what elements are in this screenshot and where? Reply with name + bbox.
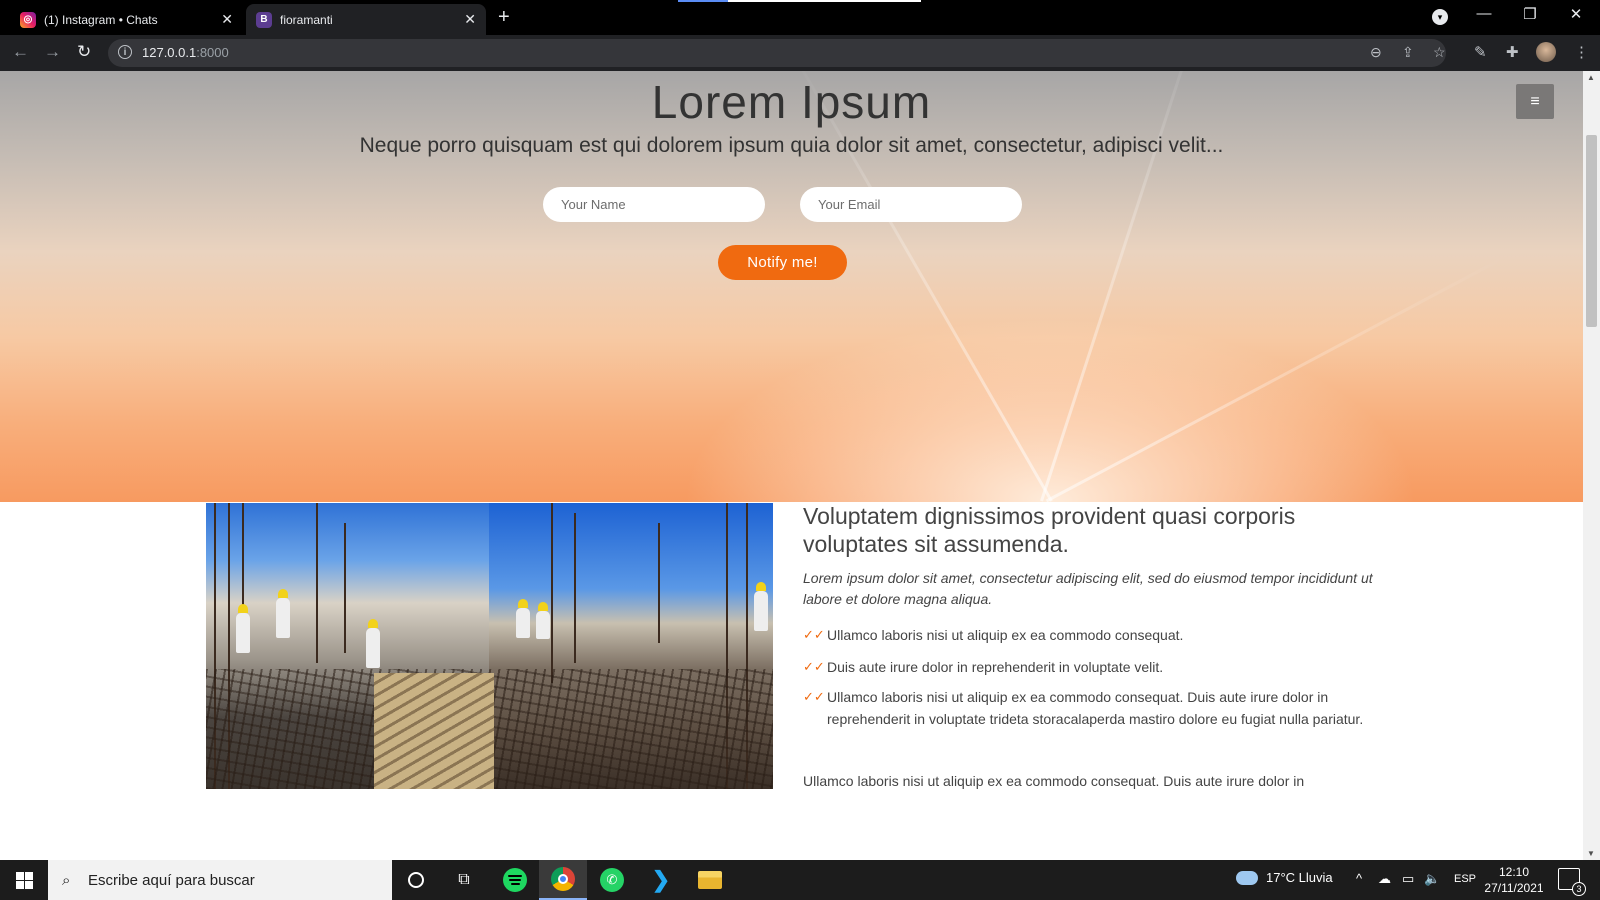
- tab-strip: ◎ (1) Instagram • Chats ✕ B fioramanti ✕…: [0, 0, 1600, 35]
- tab-search-icon[interactable]: ▾: [1432, 9, 1448, 25]
- browser-toolbar: ← → ↻ i 127.0.0.1:8000 ⊖ ⇪ ☆ ✎ ✚ ⋮: [0, 35, 1600, 71]
- construction-photo: [206, 503, 773, 789]
- feature-item: ✓✓ Duis aute irure dolor in reprehenderi…: [803, 656, 1383, 678]
- url-text[interactable]: 127.0.0.1:8000: [142, 45, 229, 60]
- file-explorer-icon[interactable]: [686, 860, 734, 900]
- clock[interactable]: 12:10 27/11/2021: [1478, 864, 1550, 896]
- chrome-icon[interactable]: [539, 860, 587, 900]
- forward-icon[interactable]: →: [44, 42, 61, 62]
- back-icon[interactable]: ←: [12, 42, 29, 62]
- new-tab-button[interactable]: +: [498, 6, 510, 29]
- tab-close-icon[interactable]: ✕: [464, 11, 476, 28]
- windows-taskbar: ⌕ Escribe aquí para buscar ⧉ ✆ ❯ 17°C Ll…: [0, 860, 1600, 900]
- zoom-icon[interactable]: ⊖: [1370, 44, 1382, 61]
- notification-count-badge: 3: [1572, 882, 1586, 896]
- double-check-icon: ✓✓: [803, 627, 825, 642]
- search-placeholder: Escribe aquí para buscar: [88, 871, 255, 889]
- onedrive-cloud-icon[interactable]: ☁: [1378, 871, 1391, 887]
- language-indicator[interactable]: ESP: [1454, 873, 1476, 885]
- bookmark-star-icon[interactable]: ☆: [1433, 44, 1446, 61]
- cortana-icon[interactable]: [392, 860, 440, 900]
- double-check-icon: ✓✓: [803, 689, 825, 704]
- search-icon: ⌕: [62, 871, 71, 889]
- double-check-icon: ✓✓: [803, 659, 825, 674]
- close-window-button[interactable]: ✕: [1553, 5, 1599, 23]
- share-icon[interactable]: ⇪: [1402, 44, 1414, 61]
- profile-avatar[interactable]: [1536, 42, 1556, 62]
- weather-widget[interactable]: 17°C Lluvia: [1236, 870, 1333, 885]
- feature-text: Ullamco laboris nisi ut aliquip ex ea co…: [827, 627, 1184, 643]
- bootstrap-favicon-icon: B: [256, 11, 272, 28]
- taskbar-search-box[interactable]: ⌕ Escribe aquí para buscar: [48, 860, 392, 900]
- clock-date: 27/11/2021: [1484, 881, 1544, 895]
- about-section: Voluptatem dignissimos provident quasi c…: [0, 71, 1583, 860]
- whatsapp-icon[interactable]: ✆: [588, 860, 636, 900]
- extensions-puzzle-icon[interactable]: ✚: [1506, 43, 1519, 61]
- about-paragraph: Ullamco laboris nisi ut aliquip ex ea co…: [803, 773, 1305, 789]
- feature-item: ✓✓ Ullamco laboris nisi ut aliquip ex ea…: [803, 624, 1383, 646]
- scrollbar-thumb[interactable]: [1586, 135, 1597, 327]
- spotify-icon[interactable]: [491, 860, 539, 900]
- page-scrollbar[interactable]: ▲ ▼: [1583, 71, 1600, 860]
- address-bar[interactable]: i 127.0.0.1:8000 ⊖ ⇪ ☆: [108, 39, 1446, 67]
- feature-item: ✓✓ Ullamco laboris nisi ut aliquip ex ea…: [803, 686, 1383, 730]
- tab-close-icon[interactable]: ✕: [221, 11, 233, 28]
- tray-chevron-icon[interactable]: ^: [1356, 871, 1362, 886]
- volume-icon[interactable]: 🔈: [1424, 871, 1440, 887]
- loading-progress-strip: [678, 0, 921, 2]
- tab-title: fioramanti: [280, 12, 333, 27]
- feature-text: Duis aute irure dolor in reprehenderit i…: [827, 659, 1164, 675]
- site-info-icon[interactable]: i: [118, 45, 132, 59]
- weather-text: 17°C Lluvia: [1266, 870, 1333, 885]
- task-view-icon[interactable]: ⧉: [440, 860, 488, 900]
- clock-time: 12:10: [1498, 865, 1530, 879]
- windows-start-icon[interactable]: [0, 860, 48, 900]
- vscode-icon[interactable]: ❯: [637, 860, 685, 900]
- restore-button[interactable]: ❐: [1507, 5, 1553, 23]
- feature-text: Ullamco laboris nisi ut aliquip ex ea co…: [827, 689, 1364, 727]
- about-lead-paragraph: Lorem ipsum dolor sit amet, consectetur …: [803, 570, 1373, 607]
- minimize-button[interactable]: —: [1461, 5, 1507, 22]
- tab-instagram[interactable]: ◎ (1) Instagram • Chats ✕: [10, 4, 243, 35]
- network-icon[interactable]: ▭: [1402, 871, 1414, 887]
- page-viewport: Lorem Ipsum Neque porro quisquam est qui…: [0, 71, 1583, 860]
- about-title: Voluptatem dignissimos provident quasi c…: [803, 503, 1296, 557]
- menu-kebab-icon[interactable]: ⋮: [1574, 43, 1589, 61]
- instagram-icon: ◎: [20, 11, 36, 28]
- extension-pen-icon[interactable]: ✎: [1474, 43, 1487, 61]
- reload-icon[interactable]: ↻: [77, 42, 91, 62]
- tab-fioramanti[interactable]: B fioramanti ✕: [246, 4, 486, 35]
- tab-title: (1) Instagram • Chats: [44, 12, 158, 27]
- rain-cloud-icon: [1236, 870, 1258, 885]
